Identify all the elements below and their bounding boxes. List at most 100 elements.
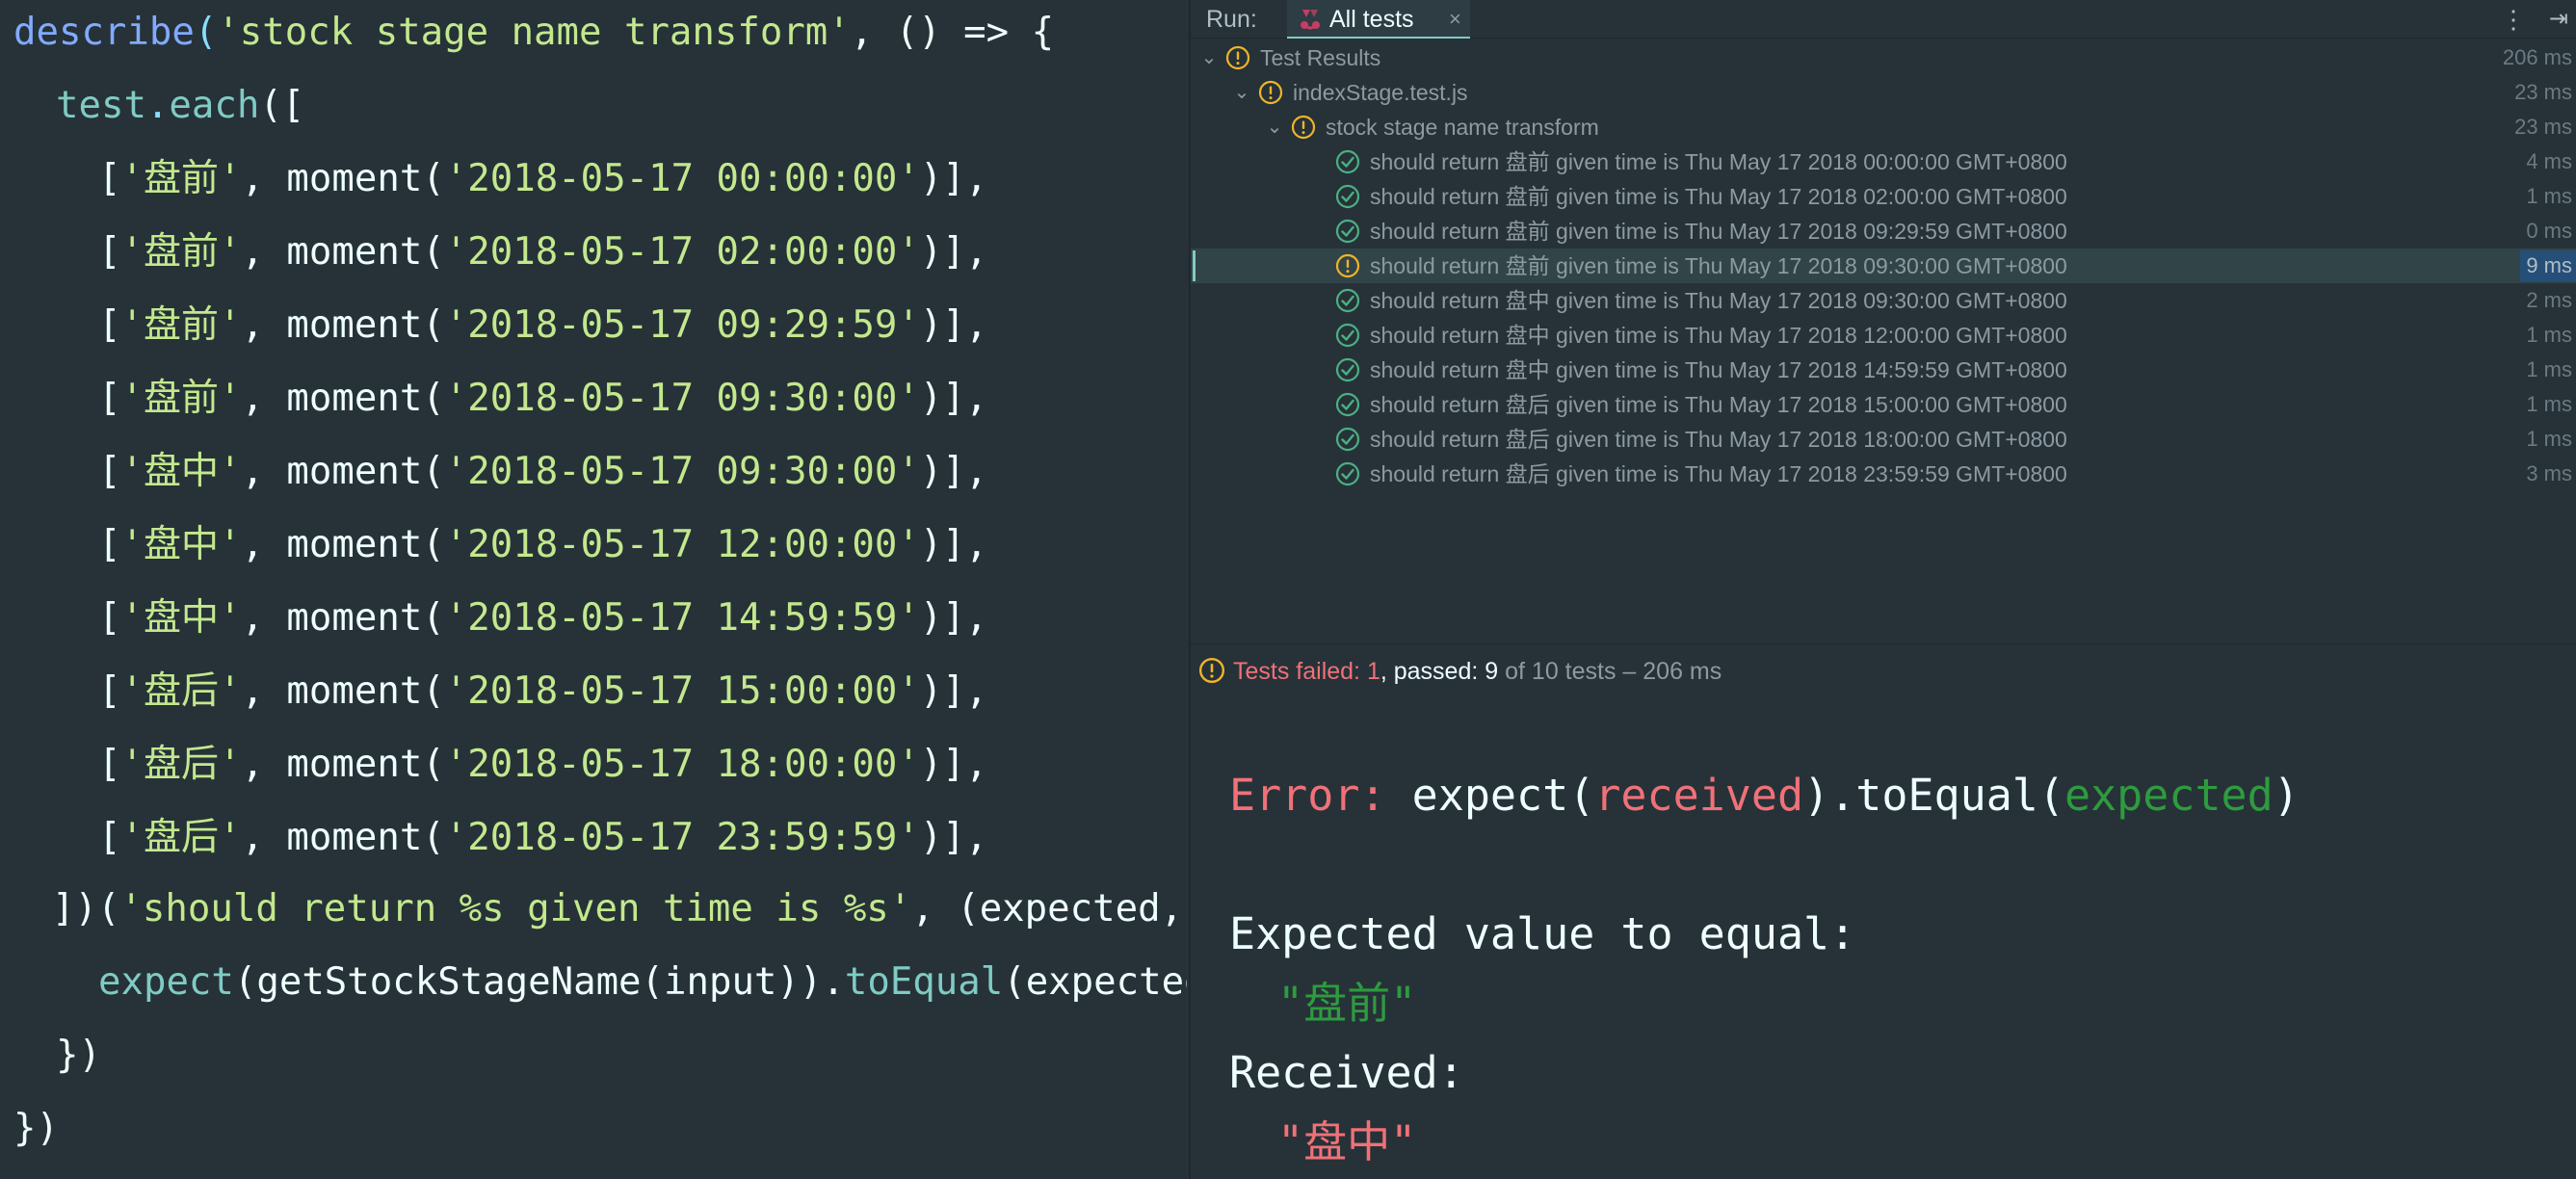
code-token: , moment(: [241, 523, 445, 566]
code-token: [: [98, 596, 121, 640]
check-circle-icon: [1335, 219, 1360, 244]
code-token: (: [194, 11, 218, 54]
code-token: '2018-05-17 23:59:59': [444, 816, 920, 859]
code-token: '2018-05-17 02:00:00': [444, 230, 920, 274]
console-token: ): [2273, 770, 2300, 821]
tree-test-time: 1 ms: [2526, 392, 2572, 416]
expected-heading: Expected value to equal:: [1229, 908, 1856, 959]
tree-row-suite[interactable]: ⌄ stock stage name transform 23 ms: [1191, 110, 2576, 144]
tree-test-label: should return 盘前 given time is Thu May 1…: [1370, 149, 2067, 174]
tree-test-time: 9 ms: [2520, 250, 2576, 281]
tree-root-time: 206 ms: [2502, 45, 2572, 69]
code-line-each-row: ['盘前', moment('2018-05-17 00:00:00')],: [98, 143, 987, 216]
tree-file-time: 23 ms: [2514, 80, 2572, 104]
code-token: )],: [919, 230, 988, 274]
run-panel: Run: All tests × ⋮ ⇥ ⌄ Test Results 206: [1189, 0, 2576, 1179]
tree-row-test[interactable]: should return 盘后 given time is Thu May 1…: [1191, 422, 2576, 457]
tree-test-label: should return 盘前 given time is Thu May 1…: [1370, 219, 2067, 244]
code-token: toEqual: [844, 960, 1004, 1004]
code-line-close-outer: }): [13, 1092, 59, 1166]
tree-test-label: should return 盘中 given time is Thu May 1…: [1370, 288, 2067, 313]
tree-test-time: 1 ms: [2526, 357, 2572, 381]
code-token: [: [98, 450, 121, 493]
code-token: , moment(: [241, 669, 445, 713]
hide-panel-icon[interactable]: ⇥: [2549, 4, 2568, 35]
code-token: [: [98, 669, 121, 713]
expected-value: "盘前": [1277, 978, 1417, 1029]
warning-icon: [1198, 657, 1225, 684]
warning-icon: [1335, 253, 1360, 278]
code-token: '盘后': [120, 816, 242, 859]
tree-row-test[interactable]: should return 盘中 given time is Thu May 1…: [1191, 353, 2576, 387]
code-line-describe: describe('stock stage name transform', (…: [13, 0, 1054, 69]
tree-row-test[interactable]: should return 盘后 given time is Thu May 1…: [1191, 457, 2576, 491]
code-token: '2018-05-17 14:59:59': [444, 596, 920, 640]
tree-row-test[interactable]: should return 盘前 given time is Thu May 1…: [1191, 144, 2576, 179]
chevron-down-icon[interactable]: ⌄: [1198, 44, 1220, 71]
tree-test-label: should return 盘中 given time is Thu May 1…: [1370, 357, 2067, 382]
more-options-icon[interactable]: ⋮: [2501, 4, 2526, 35]
code-token: , moment(: [241, 157, 445, 200]
received-heading: Received:: [1229, 1047, 1464, 1098]
code-token: '盘前': [120, 377, 242, 420]
code-token: )],: [919, 377, 988, 420]
code-editor[interactable]: describe('stock stage name transform', (…: [0, 0, 1187, 1179]
close-icon[interactable]: ×: [1449, 5, 1461, 34]
code-token: [: [98, 377, 121, 420]
code-token: }): [56, 1034, 101, 1077]
tab-all-tests[interactable]: All tests ×: [1287, 0, 1470, 39]
code-line-each-row: ['盘中', moment('2018-05-17 09:30:00')],: [98, 435, 987, 509]
test-summary: Tests failed: 1, passed: 9 of 10 tests –…: [1191, 643, 2576, 697]
code-line-each-row: ['盘后', moment('2018-05-17 18:00:00')],: [98, 728, 987, 801]
check-circle-icon: [1335, 461, 1360, 486]
code-token: '2018-05-17 12:00:00': [444, 523, 920, 566]
code-line-each-row: ['盘后', moment('2018-05-17 23:59:59')],: [98, 801, 987, 875]
tree-test-label: should return 盘中 given time is Thu May 1…: [1370, 323, 2067, 348]
code-token: , moment(: [241, 743, 445, 786]
code-token: }): [13, 1107, 59, 1150]
code-token: , moment(: [241, 816, 445, 859]
tree-row-root[interactable]: ⌄ Test Results 206 ms: [1191, 40, 2576, 75]
tree-suite-label: stock stage name transform: [1326, 115, 1599, 140]
tree-row-test[interactable]: should return 盘中 given time is Thu May 1…: [1191, 318, 2576, 353]
code-token: '2018-05-17 15:00:00': [444, 669, 920, 713]
code-token: describe: [13, 11, 195, 54]
tree-suite-time: 23 ms: [2514, 115, 2572, 139]
warning-icon: [1225, 45, 1250, 70]
tree-row-test[interactable]: should return 盘中 given time is Thu May 1…: [1191, 283, 2576, 318]
code-token: '2018-05-17 09:29:59': [444, 303, 920, 347]
tree-row-test[interactable]: should return 盘前 given time is Thu May 1…: [1191, 214, 2576, 249]
code-token: , moment(: [241, 377, 445, 420]
console-token: expect(: [1385, 770, 1595, 821]
code-token: [: [98, 230, 121, 274]
tree-row-file[interactable]: ⌄ indexStage.test.js 23 ms: [1191, 75, 2576, 110]
console-token: ).toEqual(: [1803, 770, 2064, 821]
code-token: , () => {: [850, 11, 1055, 54]
tree-row-test[interactable]: should return 盘前 given time is Thu May 1…: [1191, 179, 2576, 214]
code-token: expect: [98, 960, 234, 1004]
chevron-down-icon[interactable]: ⌄: [1231, 79, 1252, 106]
code-token: [: [98, 743, 121, 786]
chevron-down-icon[interactable]: ⌄: [1264, 114, 1285, 141]
console-output[interactable]: Error: expect(received).toEqual(expected…: [1191, 697, 2576, 1179]
code-token: '2018-05-17 09:30:00': [444, 450, 920, 493]
tree-test-time: 0 ms: [2526, 219, 2572, 243]
code-token: [: [98, 303, 121, 347]
code-token: )],: [919, 450, 988, 493]
tree-row-test[interactable]: should return 盘前 given time is Thu May 1…: [1191, 249, 2576, 283]
tree-test-time: 1 ms: [2526, 184, 2572, 208]
code-token: (expected): [1003, 960, 1187, 1004]
tree-row-test[interactable]: should return 盘后 given time is Thu May 1…: [1191, 387, 2576, 422]
code-token: test: [56, 84, 146, 127]
tab-all-tests-label: All tests: [1329, 6, 1414, 33]
code-token: )],: [919, 669, 988, 713]
code-token: 'stock stage name transform': [217, 11, 851, 54]
check-circle-icon: [1335, 149, 1360, 174]
summary-failed: Tests failed: 1: [1233, 658, 1380, 685]
code-token: )],: [919, 303, 988, 347]
check-circle-icon: [1335, 357, 1360, 382]
test-results-tree: ⌄ Test Results 206 ms ⌄ indexStage.test.…: [1191, 40, 2576, 638]
tree-test-label: should return 盘前 given time is Thu May 1…: [1370, 184, 2067, 209]
code-token: '2018-05-17 09:30:00': [444, 377, 920, 420]
tree-file-label: indexStage.test.js: [1293, 80, 1468, 105]
